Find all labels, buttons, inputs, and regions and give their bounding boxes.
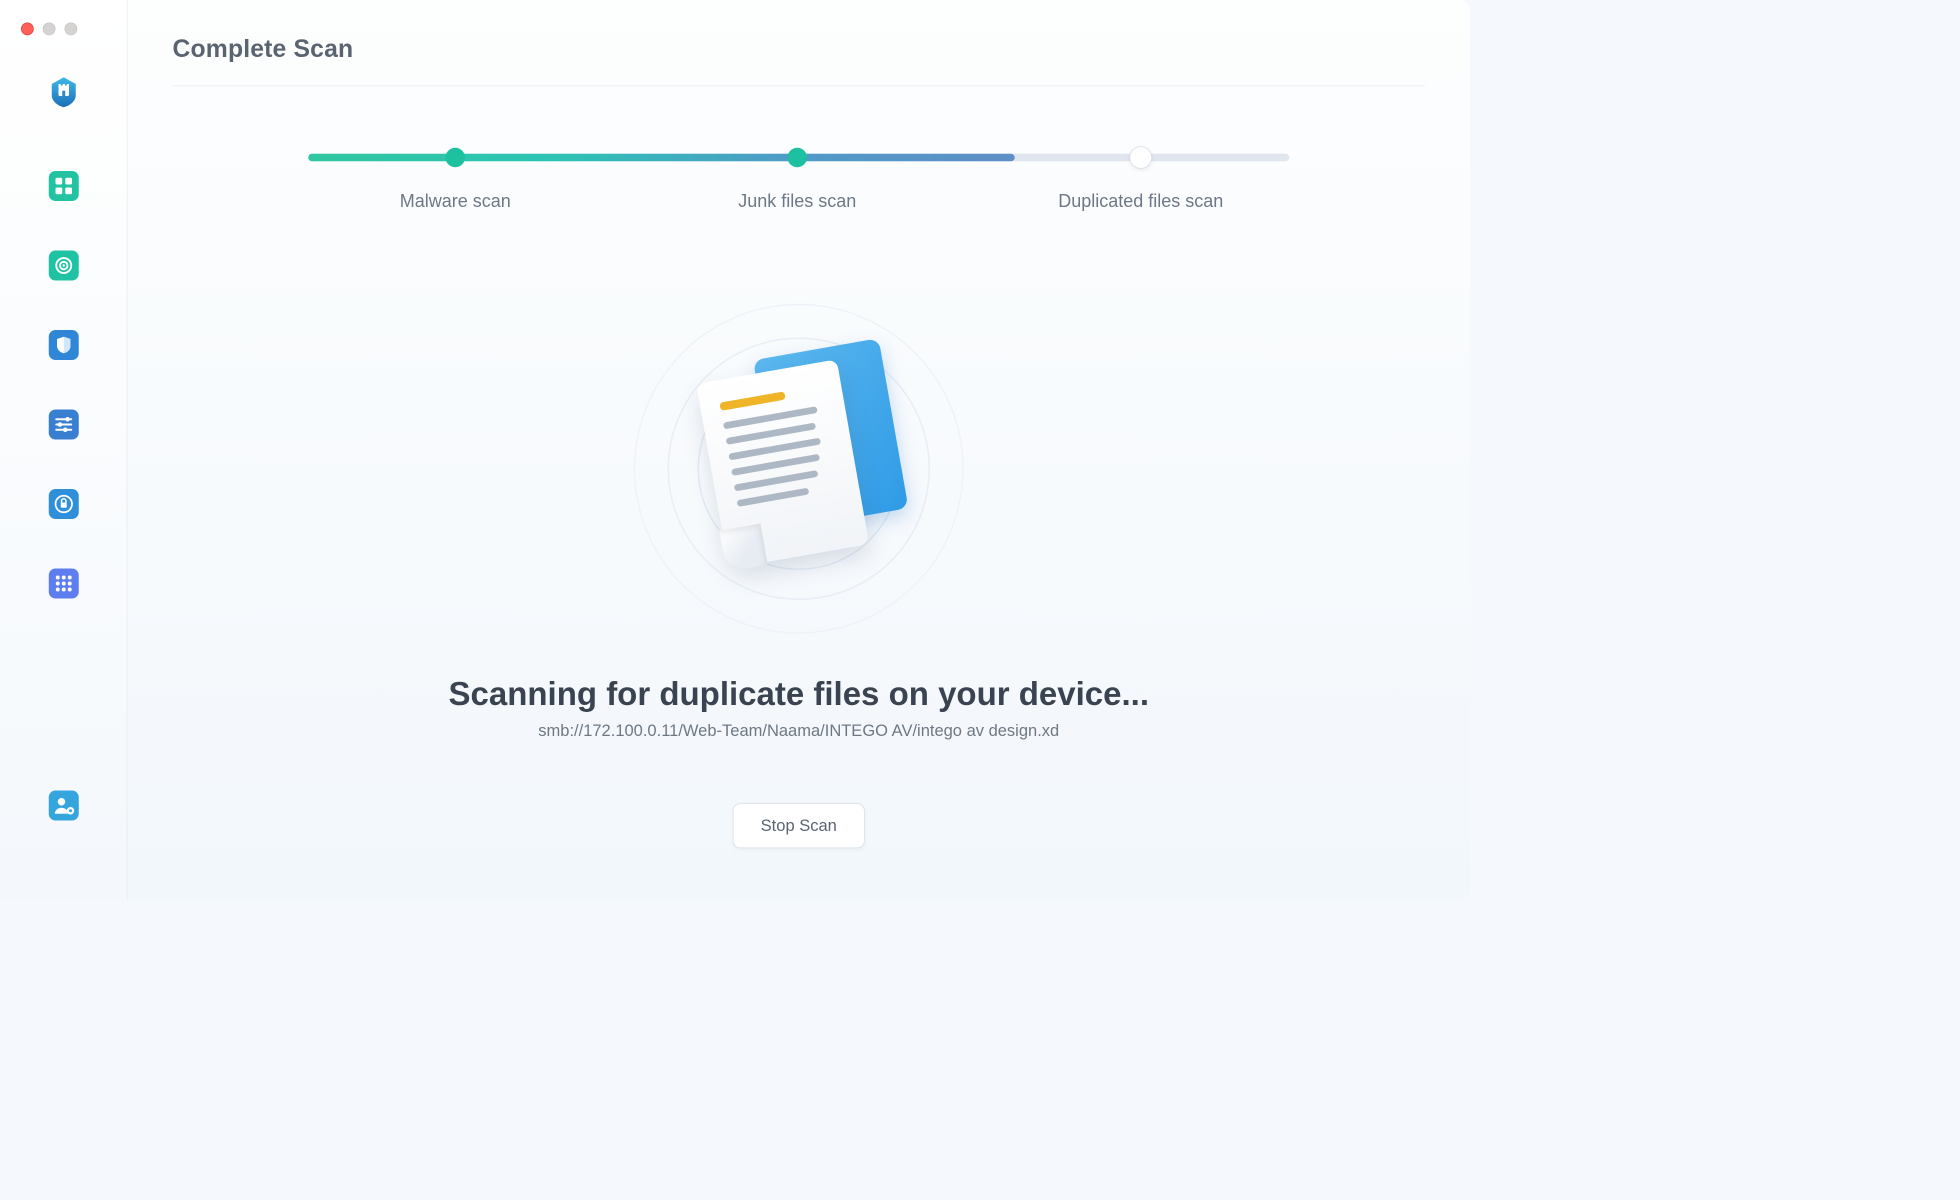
- user-settings-icon: [47, 789, 80, 822]
- sidebar-item-privacy[interactable]: [47, 488, 80, 521]
- window-controls: [21, 23, 77, 36]
- progress-node-junk: [788, 148, 808, 168]
- sidebar-item-account[interactable]: [47, 789, 80, 822]
- progress-label-duplicates: Duplicated files scan: [1058, 191, 1223, 212]
- minimize-window-button[interactable]: [43, 23, 56, 36]
- page-title: Complete Scan: [173, 35, 1426, 64]
- sidebar: [0, 0, 128, 900]
- scan-status-headline: Scanning for duplicate files on your dev…: [173, 676, 1426, 714]
- scan-progress: Malware scan Junk files scan Duplicated …: [308, 154, 1289, 162]
- progress-node-malware: [446, 148, 466, 168]
- sidebar-item-scan[interactable]: [47, 249, 80, 282]
- sidebar-item-tune[interactable]: [47, 408, 80, 441]
- app-window: Complete Scan Malware scan Junk files sc…: [0, 0, 1470, 900]
- castle-shield-icon: [47, 75, 80, 108]
- sidebar-item-protection[interactable]: [47, 329, 80, 362]
- scan-status-path: smb://172.100.0.11/Web-Team/Naama/INTEGO…: [173, 721, 1426, 741]
- target-scan-icon: [47, 249, 80, 282]
- progress-label-junk: Junk files scan: [738, 191, 856, 212]
- lock-icon: [47, 488, 80, 521]
- sidebar-item-apps[interactable]: [47, 567, 80, 600]
- scan-illustration: [634, 304, 964, 634]
- duplicate-files-icon: [696, 354, 901, 583]
- progress-node-duplicates: [1130, 146, 1153, 169]
- zoom-window-button[interactable]: [65, 23, 78, 36]
- sliders-icon: [47, 408, 80, 441]
- divider: [173, 86, 1426, 87]
- app-logo: [47, 75, 80, 108]
- stop-scan-button[interactable]: Stop Scan: [733, 803, 865, 848]
- app-grid-icon: [47, 567, 80, 600]
- dashboard-icon: [47, 170, 80, 203]
- shield-icon: [47, 329, 80, 362]
- sidebar-item-dashboard[interactable]: [47, 170, 80, 203]
- main-content: Complete Scan Malware scan Junk files sc…: [128, 0, 1471, 900]
- progress-label-malware: Malware scan: [400, 191, 511, 212]
- scan-status: Scanning for duplicate files on your dev…: [173, 676, 1426, 741]
- progress-track: [308, 154, 1289, 162]
- close-window-button[interactable]: [21, 23, 34, 36]
